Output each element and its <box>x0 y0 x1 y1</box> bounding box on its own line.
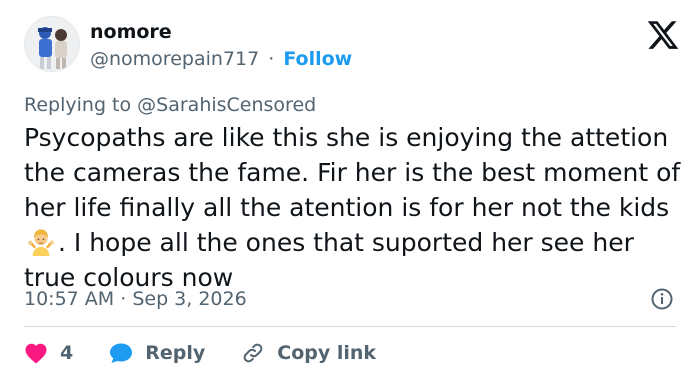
like-button[interactable]: 4 <box>24 342 73 364</box>
tweet-text: Psycopaths are like this she is enjoying… <box>24 120 684 295</box>
tweet-text-part-1: Psycopaths are like this she is enjoying… <box>24 123 681 222</box>
separator-dot: · <box>268 48 275 70</box>
tweet-header: nomore @nomorepain717 · Follow <box>24 12 680 78</box>
tweet-time: 10:57 AM <box>24 288 115 310</box>
replying-prefix: Replying to <box>24 94 138 116</box>
user-handle[interactable]: @nomorepain717 <box>90 48 259 70</box>
person-shrugging-icon <box>28 229 54 256</box>
link-icon <box>243 343 263 363</box>
user-names: nomore @nomorepain717 · Follow <box>90 20 352 71</box>
reply-button[interactable]: Reply <box>109 342 205 364</box>
avatar[interactable] <box>24 16 80 72</box>
tweet-timestamp[interactable]: 10:57 AM · Sep 3, 2026 <box>24 287 247 311</box>
handle-row: @nomorepain717 · Follow <box>90 47 352 71</box>
reply-mention-link[interactable]: @SarahisCensored <box>137 94 316 116</box>
meta-separator: · <box>120 288 127 310</box>
heart-icon <box>25 343 47 364</box>
divider <box>24 326 676 327</box>
copy-link-button[interactable]: Copy link <box>241 341 376 365</box>
reply-label: Reply <box>145 342 206 364</box>
reply-bubble-icon <box>110 343 133 363</box>
tweet-date: Sep 3, 2026 <box>132 288 247 310</box>
avatar-image <box>25 17 79 71</box>
tweet-text-part-2: . I hope all the ones that suported her … <box>24 228 634 292</box>
like-count: 4 <box>60 342 74 364</box>
x-logo-icon[interactable] <box>646 18 680 52</box>
replying-to: Replying to @SarahisCensored <box>24 93 316 117</box>
action-bar: 4 Reply Copy link <box>24 338 412 368</box>
info-icon[interactable] <box>650 287 674 311</box>
follow-button[interactable]: Follow <box>283 48 352 70</box>
display-name[interactable]: nomore <box>90 20 352 44</box>
copy-link-label: Copy link <box>277 342 377 364</box>
